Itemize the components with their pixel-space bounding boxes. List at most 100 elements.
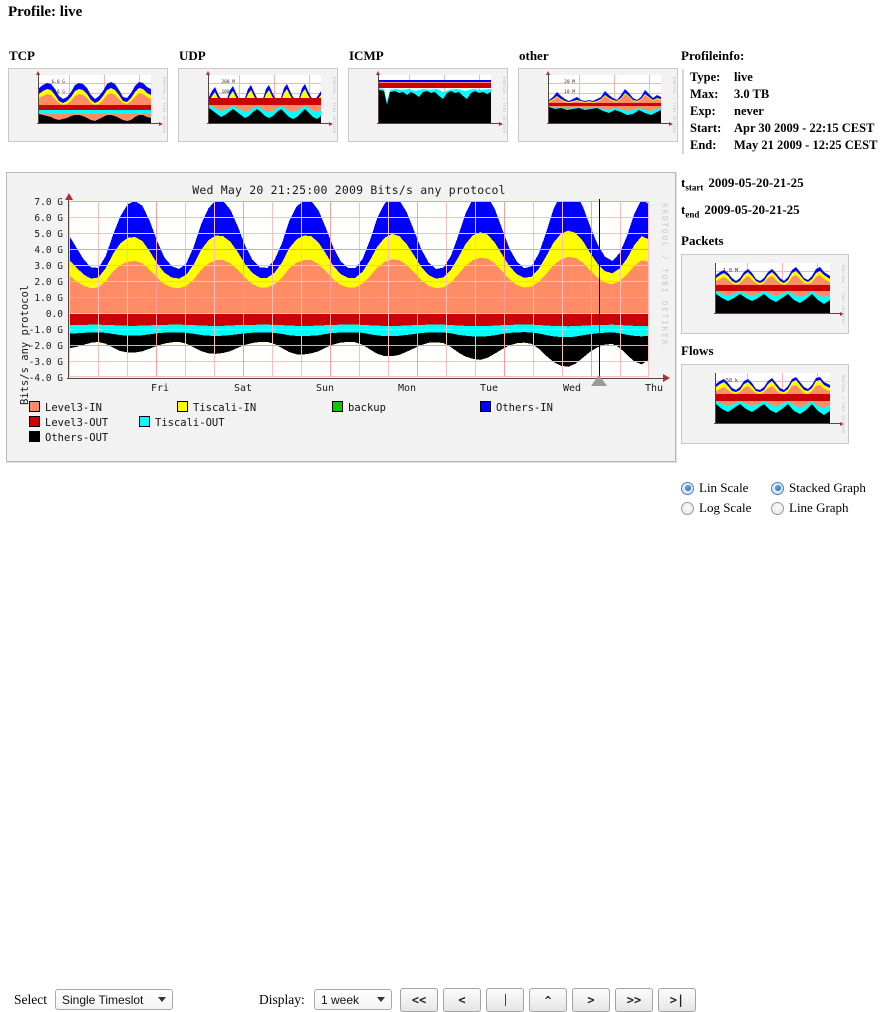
nav-first-label: << <box>411 993 427 1007</box>
legend-item-tiscali-in: Tiscali-IN <box>177 401 332 416</box>
side-plot-svg <box>716 377 830 424</box>
legend-label: Tiscali-OUT <box>155 417 225 429</box>
nav-forward-button[interactable]: >> <box>615 988 653 1012</box>
legend-swatch-icon <box>139 416 150 427</box>
legend-item-others-out: Others-OUT <box>29 431 108 446</box>
thumbnail-plot-svg <box>549 89 661 123</box>
y-tick: 0.0 <box>45 309 63 320</box>
flows-chart[interactable]: 50 k 0 -50 k Sat 16 Mon 18 Wed 20 RRDTOO… <box>681 364 849 445</box>
profileinfo-heading: Profileinfo: <box>681 48 745 63</box>
nav-prev-button[interactable]: < <box>443 988 481 1012</box>
y-tick: 2.0 G <box>34 277 63 288</box>
info-row-start: Start: Apr 30 2009 - 22:15 CEST <box>690 120 887 137</box>
legend-item-backup: backup <box>332 401 480 416</box>
tstart-subscript: start <box>685 182 704 193</box>
thumbnail-tcp-chart[interactable]: 6.0 G 4.0 G 2.0 G 0.0 -2.0 G Sat 16 <box>8 68 168 142</box>
main-graph[interactable]: Wed May 20 21:25:00 2009 Bits/s any prot… <box>6 172 676 462</box>
main-plot-area[interactable] <box>69 189 649 377</box>
side-plot-svg <box>716 267 830 314</box>
legend-item-level3-in: Level3-IN <box>29 401 177 416</box>
info-value: 3.0 TB <box>734 87 770 101</box>
nav-forward-label: >> <box>626 993 642 1007</box>
thumbnail-plot-svg <box>209 84 321 123</box>
y-tick: 7.0 G <box>34 197 63 208</box>
rrdtool-watermark: RRDTOOL / TOBI OETIKER <box>841 265 846 325</box>
info-row-max: Max: 3.0 TB <box>690 86 887 103</box>
tstart-value: 2009-05-20-21-25 <box>708 175 804 190</box>
info-key: End: <box>690 138 717 152</box>
profileinfo-table: Type: live Max: 3.0 TB Exp: never Start:… <box>682 69 887 154</box>
display-range-select[interactable]: 1 week <box>314 989 392 1010</box>
nav-up-label: ^ <box>544 993 552 1007</box>
tstart-row: tstart 2009-05-20-21-25 <box>681 172 887 199</box>
time-cursor-handle[interactable] <box>591 375 607 386</box>
legend-swatch-icon <box>332 401 343 412</box>
legend-item-tiscali-out: Tiscali-OUT <box>139 416 225 431</box>
packets-chart[interactable]: 1.0 M 0.0 -1.0 M Sat 16 Mon 18 Wed 20 RR… <box>681 254 849 335</box>
nav-up-button[interactable]: ^ <box>529 988 567 1012</box>
nav-last-label: >| <box>669 993 685 1007</box>
control-bar: Select Single Timeslot Display: 1 week <… <box>0 492 892 1012</box>
nav-last-button[interactable]: >| <box>658 988 696 1012</box>
rrdtool-watermark: RRDTOOL / TOBI OETIKER <box>332 77 336 134</box>
timeslot-select-value: Single Timeslot <box>62 992 144 1007</box>
nav-first-button[interactable]: << <box>400 988 438 1012</box>
legend-swatch-icon <box>177 401 188 412</box>
y-tick: 1.0 G <box>34 293 63 304</box>
y-tick: 5.0 G <box>34 229 63 240</box>
y-tick: 6.0 G <box>34 213 63 224</box>
thumbnail-udp-chart[interactable]: 200 M 100 M 0 -100 M -200 M Sat 16 <box>178 68 338 142</box>
x-axis-arrow-icon <box>663 374 670 382</box>
thumbnail-udp-label: UDP <box>179 48 206 63</box>
thumbnail-icmp-label: ICMP <box>349 48 384 63</box>
legend-label: Tiscali-IN <box>193 402 257 414</box>
thumbnail-icmp-chart[interactable]: 0.0 -10.0 M -20.0 M Sat 16 Mon 18 Wed 20… <box>348 68 508 142</box>
rrdtool-watermark: RRDTOOL / TOBI OETIKER <box>660 203 669 347</box>
right-panel: Profileinfo: Type: live Max: 3.0 TB Exp:… <box>681 48 887 445</box>
x-tick: Thu <box>644 383 664 394</box>
y-tick: -4.0 G <box>28 373 63 384</box>
chevron-down-icon <box>158 997 166 1002</box>
tend-value: 2009-05-20-21-25 <box>704 201 800 217</box>
legend-swatch-icon <box>480 401 491 412</box>
select-label: Select <box>14 992 47 1007</box>
time-cursor-line[interactable] <box>599 199 600 379</box>
x-tick: Sun <box>315 383 335 394</box>
vertical-bar-icon <box>504 994 506 1006</box>
packets-chart-title: Packets <box>681 233 724 249</box>
legend-item-level3-out: Level3-OUT <box>29 416 139 431</box>
thumbnail-other[interactable]: other 20 M 10 M 0 -10 M -20 M <box>518 48 678 142</box>
nav-next-label: > <box>587 993 595 1007</box>
thumbnail-icmp[interactable]: ICMP 0.0 -10.0 M -20.0 M <box>348 48 508 142</box>
y-tick: -3.0 G <box>28 357 63 368</box>
legend-label: backup <box>348 402 386 414</box>
nav-prev-label: < <box>458 993 466 1007</box>
timeslot-select[interactable]: Single Timeslot <box>55 989 173 1010</box>
legend-swatch-icon <box>29 431 40 442</box>
profile-page: Profile: live TCP 6.0 G 4.0 G 2.0 G 0.0 … <box>0 0 892 1012</box>
legend-item-others-in: Others-IN <box>480 401 583 416</box>
thumbnail-plot-svg <box>39 82 151 123</box>
nav-next-button[interactable]: > <box>572 988 610 1012</box>
x-tick: Fri <box>150 383 170 394</box>
thumbnail-udp[interactable]: UDP 200 M 100 M 0 -100 M -200 M <box>178 48 338 142</box>
info-row-exp: Exp: never <box>690 103 887 120</box>
thumbnail-other-chart[interactable]: 20 M 10 M 0 -10 M -20 M Sat 16 M <box>518 68 678 142</box>
thumbnail-tcp[interactable]: TCP 6.0 G 4.0 G 2.0 G 0.0 -2.0 G <box>8 48 168 142</box>
nav-mark-button[interactable] <box>486 988 524 1012</box>
rrdtool-watermark: RRDTOOL / TOBI OETIKER <box>162 77 166 134</box>
display-label: Display: <box>259 992 305 1007</box>
y-axis-arrow-icon <box>65 193 73 200</box>
rrdtool-watermark: RRDTOOL / TOBI OETIKER <box>841 375 846 435</box>
legend-label: Level3-OUT <box>45 417 109 429</box>
y-tick: -1.0 G <box>28 325 63 336</box>
thumbnail-tcp-label: TCP <box>9 48 35 63</box>
info-key: Max: <box>690 87 719 101</box>
tend-row: tend 2009-05-20-21-25 <box>681 199 887 226</box>
info-key: Start: <box>690 121 722 135</box>
x-tick: Mon <box>397 383 417 394</box>
y-tick: 3.0 G <box>34 261 63 272</box>
x-tick: Sat <box>233 383 253 394</box>
main-graph-title: Wed May 20 21:25:00 2009 Bits/s any prot… <box>192 183 506 197</box>
display-range-value: 1 week <box>321 992 360 1007</box>
